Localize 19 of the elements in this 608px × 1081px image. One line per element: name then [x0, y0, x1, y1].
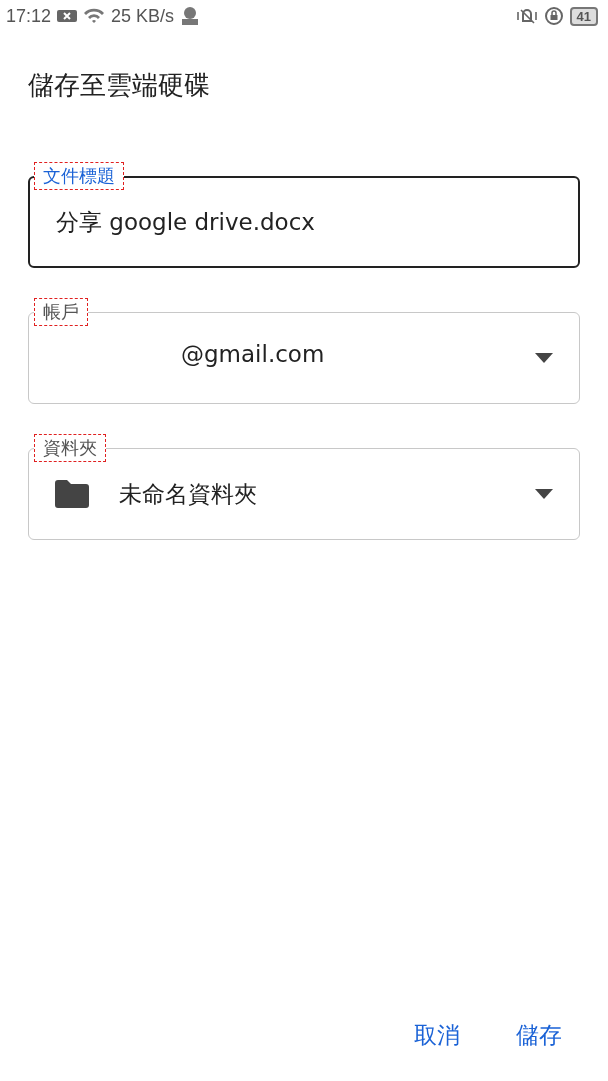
- notification-icon: [57, 9, 78, 23]
- field-label: 文件標題: [34, 162, 124, 190]
- dropdown-caret-icon: [535, 489, 553, 499]
- field-label: 資料夾: [34, 434, 106, 462]
- dropdown-caret-icon: [535, 353, 553, 363]
- field-label: 帳戶: [34, 298, 88, 326]
- save-button[interactable]: 儲存: [516, 1016, 562, 1055]
- vibrate-icon: [515, 7, 538, 25]
- wifi-icon: [83, 8, 106, 24]
- network-speed: 25 KB/s: [111, 5, 175, 27]
- dialog-title: 儲存至雲端硬碟: [28, 69, 211, 102]
- folder-icon: [55, 480, 89, 508]
- cancel-button[interactable]: 取消: [414, 1016, 460, 1055]
- clock: 17:12: [6, 5, 52, 27]
- field-value: 未命名資料夾: [119, 479, 258, 509]
- battery-indicator: 41: [569, 6, 598, 26]
- field-value: @gmail.com: [180, 341, 326, 367]
- rotation-lock-icon: [543, 6, 564, 26]
- field-value: 分享 google drive.docx: [56, 207, 316, 237]
